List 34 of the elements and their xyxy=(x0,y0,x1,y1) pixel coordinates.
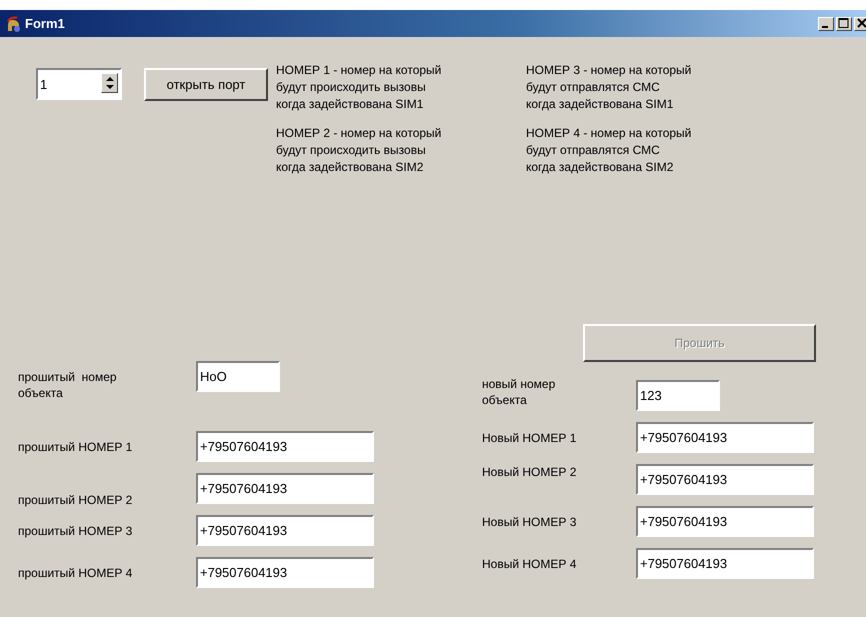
field-label: Новый НОМЕР 3 xyxy=(482,514,578,530)
input-field[interactable]: +79507604193 xyxy=(636,422,814,453)
input-field[interactable]: +79507604193 xyxy=(196,431,374,462)
window-title: Form1 xyxy=(25,16,65,31)
input-field[interactable]: +79507604193 xyxy=(636,548,814,579)
close-button[interactable] xyxy=(854,16,866,30)
field-label: Новый НОМЕР 1 xyxy=(482,430,578,446)
input-field[interactable]: +79507604193 xyxy=(196,473,374,504)
info-text: НОМЕР 3 - номер на который будут отправлятся СМС когда задействована SIM1 xyxy=(526,62,692,113)
field-label: прошитый НОМЕР 2 xyxy=(18,492,134,508)
input-field[interactable]: +79507604193 xyxy=(196,557,374,588)
field-label: прошитый НОМЕР 1 xyxy=(18,438,134,454)
info-text: НОМЕР 2 - номер на который будут происходить вызовы когда задействована SIM2 xyxy=(276,125,442,176)
input-field[interactable]: 123 xyxy=(636,380,720,411)
spin-arrows-icon[interactable] xyxy=(101,73,118,93)
field-label: Новый НОМЕР 2 xyxy=(482,464,578,480)
open-port-button[interactable]: открыть порт xyxy=(144,68,268,101)
field-label: Новый НОМЕР 4 xyxy=(482,556,578,572)
input-field[interactable]: +79507604193 xyxy=(636,506,814,537)
field-label: новый номер объекта xyxy=(482,376,556,408)
info-text: НОМЕР 4 - номер на который будут отправлятся СМС когда задействована SIM2 xyxy=(526,125,692,176)
input-field[interactable]: +79507604193 xyxy=(196,515,374,546)
maximize-icon xyxy=(838,18,850,29)
maximize-button[interactable] xyxy=(836,16,852,30)
minimize-button[interactable] xyxy=(818,16,834,30)
input-field[interactable]: +79507604193 xyxy=(636,464,814,495)
close-icon xyxy=(856,18,866,29)
input-field[interactable]: HoO xyxy=(196,361,280,392)
field-label: прошитый НОМЕР 3 xyxy=(18,522,134,538)
minimize-icon xyxy=(822,26,828,28)
info-text: НОМЕР 1 - номер на который будут происходить вызовы когда задействована SIM1 xyxy=(276,62,442,113)
helmet-icon xyxy=(4,14,22,32)
field-label: прошитый НОМЕР 4 xyxy=(18,564,134,580)
field-label: прошитый номер объекта xyxy=(18,369,118,401)
